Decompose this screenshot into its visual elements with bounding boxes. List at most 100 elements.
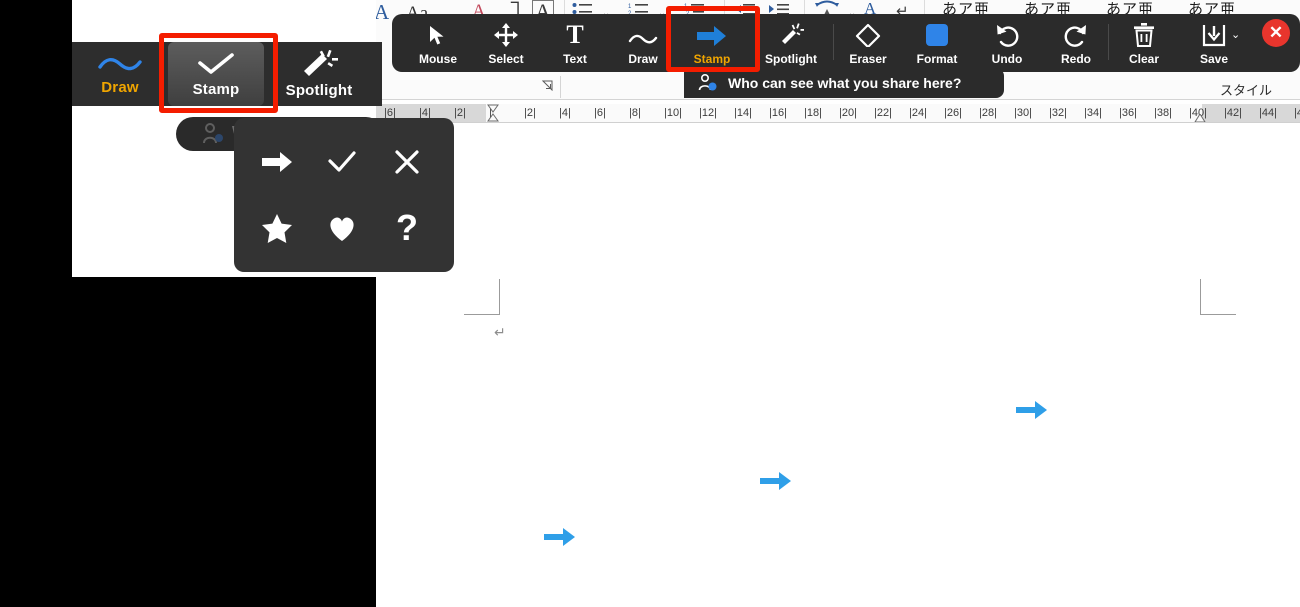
magic-wand-icon: [298, 49, 340, 78]
ruler-tick: |42|: [1224, 107, 1242, 119]
annotation-tool-save[interactable]: Save: [1180, 14, 1248, 72]
ruler-tick: |14|: [734, 107, 752, 119]
horizontal-ruler[interactable]: |6| |4| |2| | |2| |4| |6| |8| |10| |12| |14| |16| |1…: [376, 104, 1300, 123]
annotation-tool-draw[interactable]: Draw: [609, 14, 677, 72]
ruler-tick: |24|: [909, 107, 927, 119]
move-four-arrows-icon: [494, 21, 518, 47]
ruler-tick: |38|: [1154, 107, 1172, 119]
redo-arrow-icon: [1063, 21, 1089, 47]
ruler-tick: |8|: [629, 107, 641, 119]
person-share-icon: [202, 123, 224, 145]
cursor-arrow-icon: [428, 21, 448, 47]
paragraph-dialog-launcher-icon[interactable]: [542, 80, 553, 91]
ruler-tick: |18|: [804, 107, 822, 119]
ruler-tick: |4|: [1294, 107, 1300, 119]
document-stamp-arrow-2[interactable]: [760, 469, 792, 493]
ruler-tick: |2|: [524, 107, 536, 119]
ruler-tick: |26|: [944, 107, 962, 119]
stamp-option-check[interactable]: [311, 132, 373, 192]
left-indent-marker[interactable]: [486, 104, 500, 122]
annotation-tool-select[interactable]: Select: [472, 14, 540, 72]
checkmark-stamp-icon: [326, 149, 358, 175]
annotation-tool-redo[interactable]: Redo: [1042, 14, 1110, 72]
annotation-tool-undo-label: Undo: [991, 51, 1023, 66]
close-annotation-toolbar-button[interactable]: ✕: [1262, 19, 1290, 47]
right-indent-marker[interactable]: [1194, 114, 1206, 122]
document-stamp-arrow-3[interactable]: [544, 525, 576, 549]
ruler-tick: |20|: [839, 107, 857, 119]
stamp-option-question[interactable]: ?: [376, 198, 438, 258]
annotation-tool-text-label: Text: [563, 51, 587, 66]
magnified-tool-spotlight-label: Spotlight: [285, 81, 353, 99]
annotation-tool-format[interactable]: Format: [903, 14, 971, 72]
paragraph-mark: ↵: [494, 324, 506, 340]
ruler-tick: |22|: [874, 107, 892, 119]
ruler-tick: |32|: [1049, 107, 1067, 119]
text-effects-a-icon[interactable]: A: [374, 2, 389, 23]
ruler-tick: |6|: [594, 107, 606, 119]
magnified-toolbar-panel: Draw Stamp Spotlight ?: [72, 0, 454, 277]
page-corner-mark-top-right: [1200, 279, 1236, 315]
ruler-tick: |2|: [454, 107, 466, 119]
right-arrow-stamp-icon: [697, 21, 727, 47]
save-download-icon: [1202, 21, 1226, 47]
screenshot-root: A Aa ⌄ A ㇕ A ⌄ 12 ⌄ 12: [0, 0, 1300, 607]
star-stamp-icon: [261, 213, 293, 243]
annotation-tool-eraser[interactable]: Eraser: [834, 14, 902, 72]
document-stamp-arrow-1[interactable]: [1016, 398, 1048, 422]
magnified-tool-stamp[interactable]: Stamp: [168, 42, 264, 106]
document-page[interactable]: ↵: [376, 124, 1300, 607]
annotation-tool-stamp[interactable]: Stamp: [678, 14, 746, 72]
annotation-tool-clear[interactable]: Clear: [1110, 14, 1178, 72]
x-cross-stamp-icon: [393, 149, 421, 175]
annotation-tool-draw-label: Draw: [628, 51, 658, 66]
checkmark-stamp-icon: [193, 51, 239, 77]
svg-text:1: 1: [628, 4, 632, 10]
magnified-tool-spotlight[interactable]: Spotlight: [264, 42, 374, 106]
svg-text:1: 1: [684, 4, 688, 10]
ruler-tick-labels: |6| |4| |2| | |2| |4| |6| |8| |10| |12| |14| |16| |1…: [376, 104, 1300, 122]
annotation-tool-select-label: Select: [488, 51, 524, 66]
ruler-tick: |12|: [699, 107, 717, 119]
toolbar-divider-2: [1108, 24, 1109, 60]
annotation-tool-undo[interactable]: Undo: [973, 14, 1041, 72]
annotation-tool-clear-label: Clear: [1128, 51, 1160, 66]
annotation-tool-text[interactable]: T Text: [541, 14, 609, 72]
annotation-tool-redo-label: Redo: [1061, 51, 1091, 66]
ruler-tick: |28|: [979, 107, 997, 119]
annotation-tool-format-label: Format: [916, 51, 958, 66]
styles-group-label: スタイル: [1219, 83, 1272, 98]
magnified-tool-stamp-label: Stamp: [192, 80, 240, 98]
annotation-tool-spotlight[interactable]: Spotlight: [757, 14, 825, 72]
stamp-option-arrow[interactable]: [246, 132, 308, 192]
format-color-square-icon: [925, 21, 949, 47]
stamp-picker-flyout: ?: [234, 118, 454, 272]
stamp-option-x[interactable]: [376, 132, 438, 192]
person-share-icon: [698, 74, 718, 92]
annotation-tool-save-label: Save: [1199, 51, 1229, 66]
page-corner-mark-top-left: [464, 279, 500, 315]
undo-arrow-icon: [994, 21, 1020, 47]
ruler-tick: |30|: [1014, 107, 1032, 119]
stamp-option-star[interactable]: [246, 198, 308, 258]
ruler-tick: |4|: [559, 107, 571, 119]
ruler-tick: |44|: [1259, 107, 1277, 119]
ribbon-group-divider-bottom: [560, 76, 561, 98]
share-privacy-banner[interactable]: Who can see what you share here?: [684, 68, 1004, 98]
heart-stamp-icon: [326, 214, 358, 242]
text-t-icon: T: [566, 19, 584, 49]
annotation-tool-mouse[interactable]: Mouse: [404, 14, 472, 72]
annotation-tool-mouse-label: Mouse: [418, 51, 457, 66]
magnified-tool-draw[interactable]: Draw: [72, 42, 168, 106]
eraser-icon: [855, 21, 881, 47]
share-privacy-banner-text: Who can see what you share here?: [728, 75, 962, 91]
wave-line-icon: [628, 21, 658, 47]
ruler-tick: |10|: [664, 107, 682, 119]
magic-wand-icon: [778, 21, 804, 47]
ruler-tick: |36|: [1119, 107, 1137, 119]
magnified-tool-draw-label: Draw: [101, 78, 139, 96]
annotation-tool-spotlight-label: Spotlight: [765, 51, 817, 66]
save-dropdown-caret-icon[interactable]: ⌄: [1231, 28, 1240, 41]
stamp-option-heart[interactable]: [311, 198, 373, 258]
wave-line-icon: [97, 53, 143, 75]
